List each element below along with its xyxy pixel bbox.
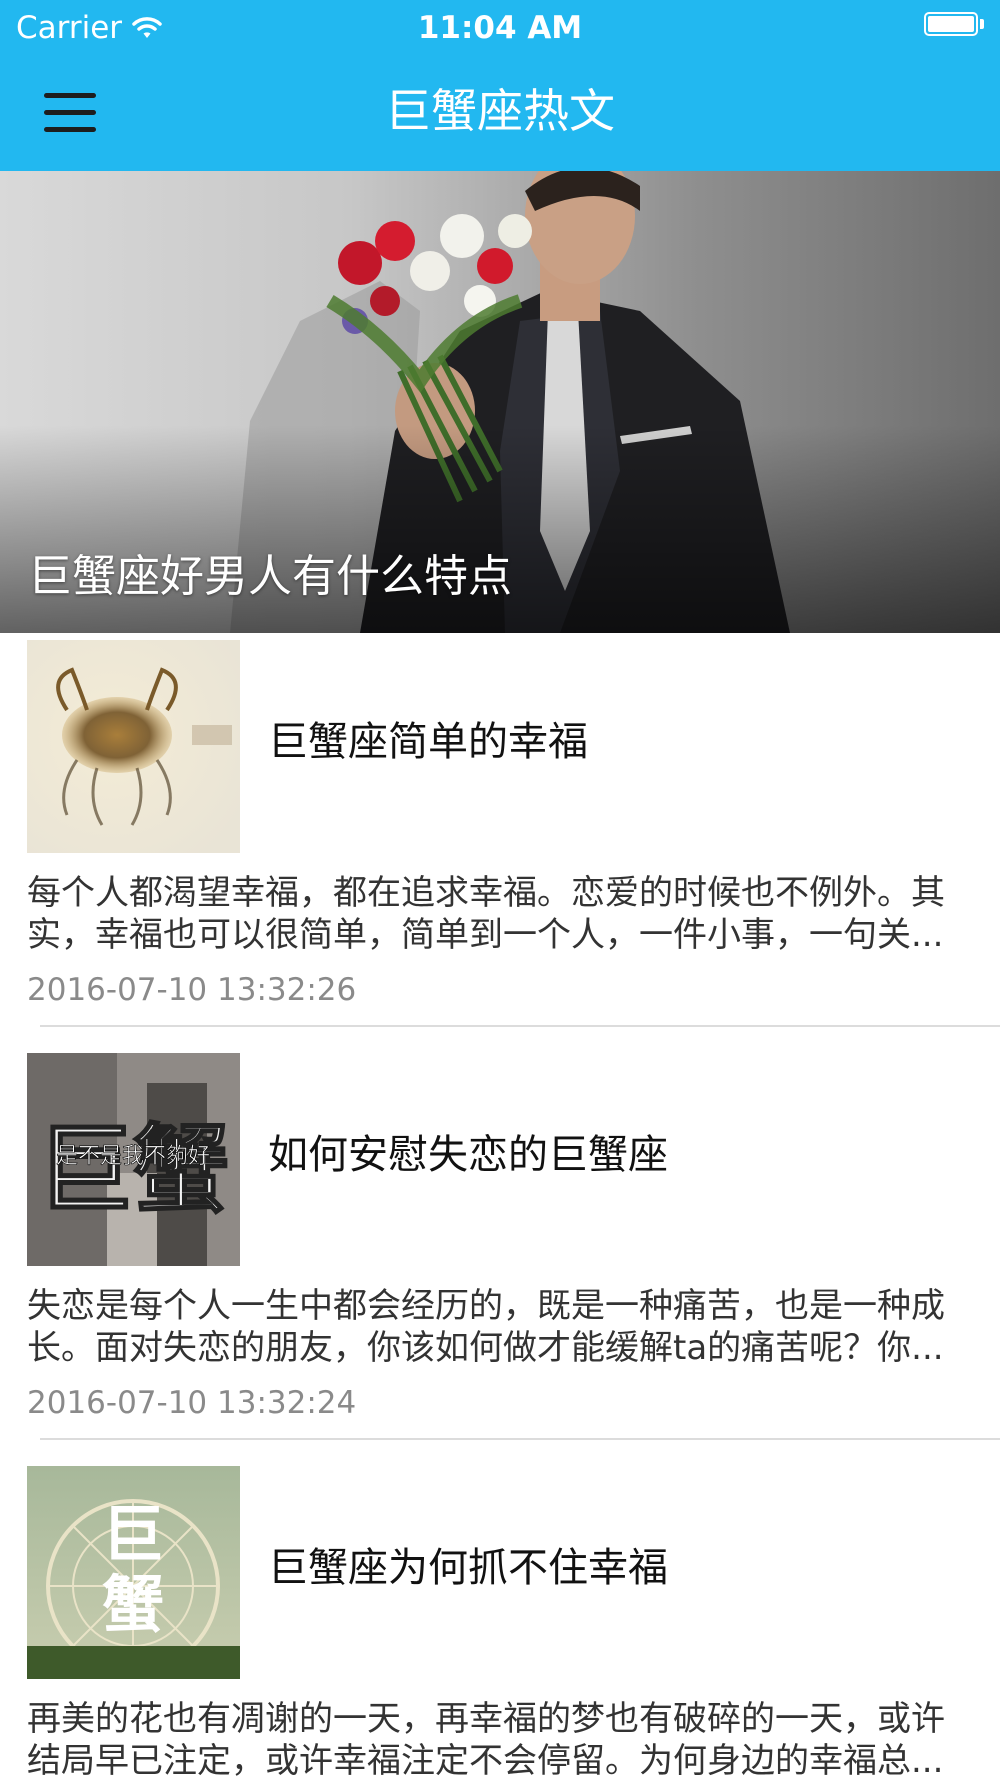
battery-icon (924, 12, 986, 40)
article-thumbnail: 巨蟹 是不是我不夠好 (27, 1053, 240, 1266)
article-date: 2016-07-10 13:32:24 (27, 1385, 357, 1421)
article-title: 巨蟹座简单的幸福 (268, 719, 588, 765)
article-summary: 每个人都渴望幸福，都在追求幸福。恋爱的时候也不例外。其 实，幸福也可以很简单，简… (27, 872, 977, 956)
summary-line: 长。面对失恋的朋友，你该如何做才能缓解ta的痛苦呢？你... (27, 1328, 944, 1368)
page-title: 巨蟹座热文 (385, 84, 615, 138)
article-thumbnail: 巨 蟹 (27, 1466, 240, 1679)
hero-caption: 巨蟹座好男人有什么特点 (28, 551, 512, 602)
list-divider (40, 1025, 1000, 1027)
summary-line: 每个人都渴望幸福，都在追求幸福。恋爱的时候也不例外。其 (27, 873, 945, 913)
article-summary: 失恋是每个人一生中都会经历的，既是一种痛苦，也是一种成 长。面对失恋的朋友，你该… (27, 1285, 977, 1369)
nav-bar: 巨蟹座热文 (0, 56, 1000, 171)
summary-line: 再美的花也有凋谢的一天，再幸福的梦也有破碎的一天，或许 (27, 1699, 945, 1739)
list-divider (40, 1438, 1000, 1440)
summary-line: 实，幸福也可以很简单，简单到一个人，一件小事，一句关... (27, 915, 944, 955)
thumb-text-big: 巨蟹 (37, 1113, 229, 1226)
thumb-text-big: 蟹 (102, 1568, 164, 1641)
article-item[interactable]: 巨蟹 是不是我不夠好 如何安慰失恋的巨蟹座 失恋是每个人一生中都会经历的，既是一… (0, 1053, 1000, 1439)
article-title: 如何安慰失恋的巨蟹座 (268, 1132, 668, 1178)
article-title: 巨蟹座为何抓不住幸福 (268, 1545, 668, 1591)
thumb-text-big: 巨 (102, 1498, 164, 1571)
article-summary: 再美的花也有凋谢的一天，再幸福的梦也有破碎的一天，或许 结局早已注定，或许幸福注… (27, 1698, 977, 1782)
article-item[interactable]: 巨 蟹 巨蟹座为何抓不住幸福 再美的花也有凋谢的一天，再幸福的梦也有破碎的一天，… (0, 1466, 1000, 1781)
hero-banner[interactable]: 巨蟹座好男人有什么特点 (0, 171, 1000, 633)
app-header: Carrier 11:04 AM 巨蟹座热文 (0, 0, 1000, 171)
status-time: 11:04 AM (417, 10, 583, 46)
summary-line: 结局早已注定，或许幸福注定不会停留。为何身边的幸福总... (27, 1741, 944, 1781)
summary-line: 失恋是每个人一生中都会经历的，既是一种痛苦，也是一种成 (27, 1286, 945, 1326)
article-thumbnail (27, 640, 240, 853)
thumb-text-small: 是不是我不夠好 (56, 1144, 210, 1169)
article-item[interactable]: 巨蟹座简单的幸福 每个人都渴望幸福，都在追求幸福。恋爱的时候也不例外。其 实，幸… (0, 640, 1000, 1026)
article-date: 2016-07-10 13:32:26 (27, 972, 357, 1008)
status-bar: Carrier 11:04 AM (0, 0, 1000, 56)
